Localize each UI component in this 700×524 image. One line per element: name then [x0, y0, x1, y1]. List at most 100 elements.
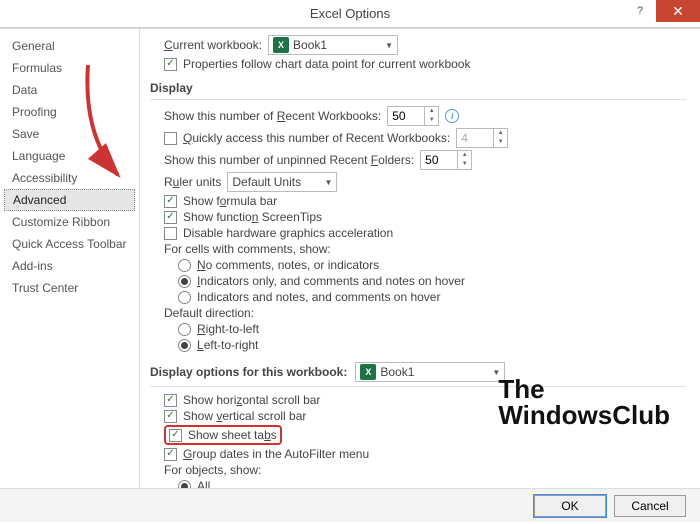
- dir-rtl-radio[interactable]: [178, 323, 191, 336]
- quick-access-row: Quickly access this number of Recent Wor…: [150, 128, 686, 148]
- recent-workbooks-row: Show this number of Recent Workbooks: ▲▼…: [150, 106, 686, 126]
- prop-follow-row: ✓ Properties follow chart data point for…: [150, 57, 686, 71]
- recent-folders-row: Show this number of unpinned Recent Fold…: [150, 150, 686, 170]
- formula-bar-row: ✓ Show formula bar: [150, 194, 686, 208]
- sheet-tabs-highlight: ✓ Show sheet tabs: [164, 425, 282, 445]
- dir-ltr-radio[interactable]: [178, 339, 191, 352]
- objects-header: For objects, show:: [150, 463, 686, 477]
- workbook-section-label: Display options for this workbook:: [150, 365, 347, 379]
- current-workbook-row: CCurrent workbook:urrent workbook: X Boo…: [150, 35, 686, 55]
- objects-all-label: All: [197, 479, 210, 488]
- watermark-line1: The: [498, 376, 670, 402]
- recent-folders-input[interactable]: [421, 151, 457, 169]
- hw-accel-label: Disable hardware graphics acceleration: [183, 226, 393, 240]
- ruler-label: Ruler units: [164, 175, 221, 189]
- dialog-body: General Formulas Data Proofing Save Lang…: [0, 28, 700, 488]
- info-icon[interactable]: i: [445, 109, 459, 123]
- excel-icon: X: [360, 364, 376, 380]
- dir-rtl-label: Right-to-left: [197, 322, 259, 336]
- vscroll-label: Show vertical scroll bar: [183, 409, 306, 423]
- workbook-value: Book1: [380, 365, 414, 379]
- help-button[interactable]: ?: [624, 0, 656, 22]
- sidebar-item-formulas[interactable]: Formulas: [0, 57, 139, 79]
- watermark-line2: WindowsClub: [498, 402, 670, 428]
- chevron-down-icon: ▼: [314, 178, 332, 187]
- dir-ltr: Left-to-right: [150, 338, 686, 352]
- quick-access-checkbox[interactable]: [164, 132, 177, 145]
- window-buttons: ? ✕: [624, 0, 700, 22]
- default-dir-header: Default direction:: [150, 306, 686, 320]
- cancel-button[interactable]: Cancel: [614, 495, 686, 517]
- screentips-row: ✓ Show function ScreenTips: [150, 210, 686, 224]
- title-bar: Excel Options ? ✕: [0, 0, 700, 28]
- sidebar-item-quick-access-toolbar[interactable]: Quick Access Toolbar: [0, 233, 139, 255]
- window-title: Excel Options: [310, 6, 390, 21]
- hw-accel-checkbox[interactable]: [164, 227, 177, 240]
- sidebar-item-accessibility[interactable]: Accessibility: [0, 167, 139, 189]
- comments-radio-none[interactable]: [178, 259, 191, 272]
- comments-radio-both[interactable]: [178, 291, 191, 304]
- formula-bar-checkbox[interactable]: ✓: [164, 195, 177, 208]
- sidebar-item-customize-ribbon[interactable]: Customize Ribbon: [0, 211, 139, 233]
- quick-access-label: Quickly access this number of Recent Wor…: [183, 131, 450, 145]
- comments-opt3-label: Indicators and notes, and comments on ho…: [197, 290, 440, 304]
- quick-access-spinner: ▲▼: [456, 128, 508, 148]
- dir-rtl: Right-to-left: [150, 322, 686, 336]
- sheet-tabs-checkbox[interactable]: ✓: [169, 429, 182, 442]
- current-workbook-dropdown[interactable]: X Book1 ▼: [268, 35, 398, 55]
- sidebar-item-trust-center[interactable]: Trust Center: [0, 277, 139, 299]
- vscroll-checkbox[interactable]: ✓: [164, 410, 177, 423]
- spinner-arrows[interactable]: ▲▼: [424, 107, 438, 125]
- excel-icon: X: [273, 37, 289, 53]
- ruler-dropdown[interactable]: Default Units ▼: [227, 172, 337, 192]
- options-pane: CCurrent workbook:urrent workbook: X Boo…: [140, 29, 700, 488]
- ruler-value: Default Units: [232, 175, 301, 189]
- recent-workbooks-input[interactable]: [388, 107, 424, 125]
- screentips-label: Show function ScreenTips: [183, 210, 322, 224]
- display-section-header: Display: [150, 81, 686, 100]
- ok-button[interactable]: OK: [534, 495, 606, 517]
- sheet-tabs-label: Show sheet tabs: [188, 428, 277, 442]
- current-workbook-label: CCurrent workbook:urrent workbook:: [164, 38, 262, 52]
- current-workbook-value: Book1: [293, 38, 327, 52]
- formula-bar-label: Show formula bar: [183, 194, 277, 208]
- recent-folders-spinner[interactable]: ▲▼: [420, 150, 472, 170]
- recent-folders-label: Show this number of unpinned Recent Fold…: [164, 153, 414, 167]
- group-dates-row: ✓ Group dates in the AutoFilter menu: [150, 447, 686, 461]
- comments-radio-indicators[interactable]: [178, 275, 191, 288]
- objects-all: All: [150, 479, 686, 488]
- comments-opt3: Indicators and notes, and comments on ho…: [150, 290, 686, 304]
- objects-all-radio[interactable]: [178, 480, 191, 489]
- watermark: The WindowsClub: [498, 376, 670, 428]
- hw-accel-row: Disable hardware graphics acceleration: [150, 226, 686, 240]
- recent-workbooks-spinner[interactable]: ▲▼: [387, 106, 439, 126]
- chevron-down-icon: ▼: [375, 41, 393, 50]
- screentips-checkbox[interactable]: ✓: [164, 211, 177, 224]
- workbook-dropdown[interactable]: X Book1 ▼: [355, 362, 505, 382]
- hscroll-checkbox[interactable]: ✓: [164, 394, 177, 407]
- comments-opt1-label: No comments, notes, or indicators: [197, 258, 379, 272]
- comments-header: For cells with comments, show:: [150, 242, 686, 256]
- sidebar-item-language[interactable]: Language: [0, 145, 139, 167]
- ruler-row: Ruler units Default Units ▼: [150, 172, 686, 192]
- sidebar-item-data[interactable]: Data: [0, 79, 139, 101]
- quick-access-input: [457, 129, 493, 147]
- sidebar-item-save[interactable]: Save: [0, 123, 139, 145]
- sidebar-item-advanced[interactable]: Advanced: [4, 189, 135, 211]
- sidebar-item-addins[interactable]: Add-ins: [0, 255, 139, 277]
- category-sidebar: General Formulas Data Proofing Save Lang…: [0, 29, 140, 488]
- sidebar-item-general[interactable]: General: [0, 35, 139, 57]
- comments-opt1: No comments, notes, or indicators: [150, 258, 686, 272]
- close-button[interactable]: ✕: [656, 0, 700, 22]
- sidebar-item-proofing[interactable]: Proofing: [0, 101, 139, 123]
- prop-follow-checkbox[interactable]: ✓: [164, 58, 177, 71]
- recent-workbooks-label: Show this number of Recent Workbooks:: [164, 109, 381, 123]
- dialog-footer: OK Cancel: [0, 488, 700, 522]
- group-dates-checkbox[interactable]: ✓: [164, 448, 177, 461]
- group-dates-label: Group dates in the AutoFilter menu: [183, 447, 369, 461]
- comments-opt2: Indicators only, and comments and notes …: [150, 274, 686, 288]
- dir-ltr-label: Left-to-right: [197, 338, 258, 352]
- hscroll-label: Show horizontal scroll bar: [183, 393, 320, 407]
- prop-follow-label: Properties follow chart data point for c…: [183, 57, 470, 71]
- comments-opt2-label: Indicators only, and comments and notes …: [197, 274, 465, 288]
